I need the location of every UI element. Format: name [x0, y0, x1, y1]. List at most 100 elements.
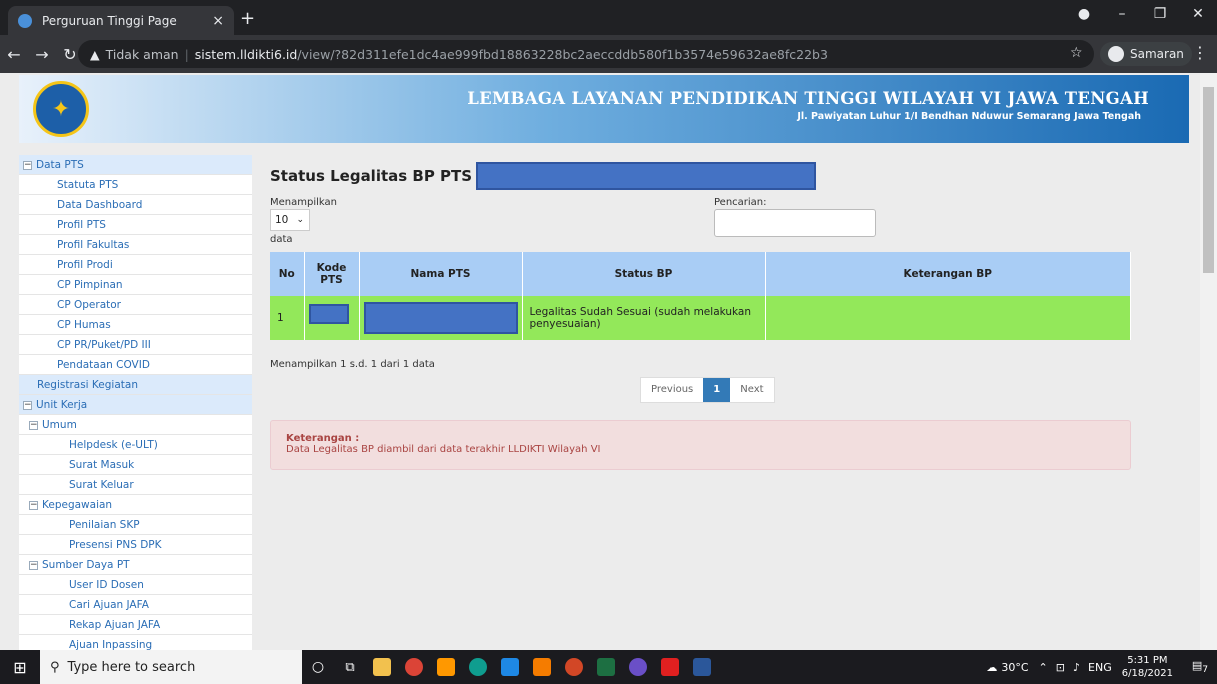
menu-dots-icon[interactable]: ⋮: [1192, 43, 1208, 62]
next-button[interactable]: Next: [730, 378, 773, 402]
column-header-kode-pts[interactable]: Kode PTS: [304, 252, 360, 296]
forward-icon[interactable]: →: [28, 45, 56, 64]
cell-keterangan-bp: [765, 296, 1131, 340]
acrobat-icon[interactable]: [654, 650, 686, 684]
sidebar-item-surat-masuk[interactable]: Surat Masuk: [19, 455, 252, 475]
redacted-kode: [308, 304, 349, 324]
chevron-down-icon: ⌄: [296, 215, 304, 225]
sidebar-item-registrasi-kegiatan[interactable]: Registrasi Kegiatan: [19, 375, 252, 395]
cortana-icon[interactable]: ○: [302, 650, 334, 684]
page-1-button[interactable]: 1: [703, 378, 731, 402]
sidebar-item-rekap-ajuan-jafa[interactable]: Rekap Ajuan JAFA: [19, 615, 252, 635]
sidebar-item-profil-fakultas[interactable]: Profil Fakultas: [19, 235, 252, 255]
vertical-scrollbar[interactable]: [1200, 73, 1217, 650]
not-secure-label: Tidak aman: [105, 46, 179, 62]
windows-start-icon[interactable]: ⊞: [0, 658, 40, 677]
photo-app-icon[interactable]: [526, 650, 558, 684]
sidebar-item-cp-pimpinan[interactable]: CP Pimpinan: [19, 275, 252, 295]
excel-icon[interactable]: [590, 650, 622, 684]
column-header-nama-pts[interactable]: Nama PTS: [359, 252, 523, 296]
weather-temp[interactable]: 30°C: [1001, 661, 1028, 674]
column-header-no[interactable]: No: [270, 252, 305, 296]
new-tab-button[interactable]: +: [240, 8, 255, 29]
sidebar-item-user-id-dosen[interactable]: User ID Dosen: [19, 575, 252, 595]
sidebar-item-ajuan-inpassing[interactable]: Ajuan Inpassing: [19, 635, 252, 650]
paint-3d-icon[interactable]: [622, 650, 654, 684]
word-icon[interactable]: [686, 650, 718, 684]
file-explorer-icon[interactable]: [366, 650, 398, 684]
sidebar-section-data-pts[interactable]: − Data PTS: [19, 155, 252, 175]
chrome-profile-icon[interactable]: ●: [1065, 6, 1103, 22]
network-icon[interactable]: ⊡: [1056, 661, 1065, 674]
minimize-icon[interactable]: –: [1103, 6, 1141, 22]
tut-wuri-handayani-logo: ✦: [33, 81, 89, 137]
sidebar-section-unit-kerja[interactable]: − Unit Kerja: [19, 395, 252, 415]
windows-taskbar: ⊞ ⚲ Type here to search ○ ⧉ ☁ 30°C ⌃ ⊡ ♪…: [0, 650, 1217, 684]
language-indicator[interactable]: ENG: [1088, 661, 1112, 674]
sublime-icon[interactable]: [430, 650, 462, 684]
sdpt-items: User ID Dosen Cari Ajuan JAFA Rekap Ajuan …: [19, 575, 252, 650]
sidebar-item-penilaian-skp[interactable]: Penilaian SKP: [19, 515, 252, 535]
collapse-icon[interactable]: −: [23, 400, 32, 410]
sidebar-subsection-umum[interactable]: − Umum: [19, 415, 252, 435]
browser-tab[interactable]: Perguruan Tinggi Page ×: [8, 6, 234, 35]
task-view-icon[interactable]: ⧉: [334, 650, 366, 684]
sidebar-item-presensi-pns-dpk[interactable]: Presensi PNS DPK: [19, 535, 252, 555]
page-title: Status Legalitas BP PTS: [270, 167, 473, 185]
sidebar-item-data-dashboard[interactable]: Data Dashboard: [19, 195, 252, 215]
sidebar-item-pendataan-covid[interactable]: Pendataan COVID: [19, 355, 252, 375]
close-window-icon[interactable]: ✕: [1179, 6, 1217, 22]
warning-icon[interactable]: ▲: [90, 47, 100, 62]
close-tab-icon[interactable]: ×: [212, 13, 224, 29]
restore-icon[interactable]: ❐: [1141, 6, 1179, 22]
address-host: sistem.lldikti6.id: [194, 46, 298, 62]
collapse-icon[interactable]: −: [23, 160, 32, 170]
sidebar-item-cari-ajuan-jafa[interactable]: Cari Ajuan JAFA: [19, 595, 252, 615]
column-header-keterangan-bp[interactable]: Keterangan BP: [765, 252, 1131, 296]
clock-time: 5:31 PM: [1127, 655, 1168, 666]
kepegawaian-items: Penilaian SKP Presensi PNS DPK: [19, 515, 252, 555]
umum-items: Helpdesk (e-ULT) Surat Masuk Surat Keluar: [19, 435, 252, 495]
back-icon[interactable]: ←: [0, 45, 28, 64]
keterangan-alert: Keterangan : Data Legalitas BP diambil d…: [270, 420, 1131, 470]
notification-center-icon[interactable]: ▤7: [1183, 659, 1217, 675]
tray-chevron-up-icon[interactable]: ⌃: [1039, 661, 1048, 674]
sidebar-item-cp-humas[interactable]: CP Humas: [19, 315, 252, 335]
previous-button[interactable]: Previous: [641, 378, 703, 402]
edge-icon[interactable]: [462, 650, 494, 684]
scrollbar-thumb[interactable]: [1203, 87, 1214, 273]
bookmark-star-icon[interactable]: ☆: [1070, 45, 1083, 61]
sidebar-item-profil-prodi[interactable]: Profil Prodi: [19, 255, 252, 275]
sidebar-item-surat-keluar[interactable]: Surat Keluar: [19, 475, 252, 495]
collapse-icon[interactable]: −: [29, 500, 38, 510]
favicon-icon: [18, 13, 32, 28]
sidebar-item-profil-pts[interactable]: Profil PTS: [19, 215, 252, 235]
sidebar-item-cp-operator[interactable]: CP Operator: [19, 295, 252, 315]
sidebar-item-helpdesk-e-ult[interactable]: Helpdesk (e-ULT): [19, 435, 252, 455]
search-input[interactable]: [714, 209, 876, 237]
volume-icon[interactable]: ♪: [1073, 661, 1080, 674]
table-info: Menampilkan 1 s.d. 1 dari 1 data: [270, 359, 435, 370]
sidebar-subsection-sumber-daya-pt[interactable]: − Sumber Daya PT: [19, 555, 252, 575]
powerpoint-icon[interactable]: [558, 650, 590, 684]
page-length-select[interactable]: 10 ⌄: [270, 209, 310, 231]
alert-text: Data Legalitas BP diambil dari data tera…: [286, 444, 601, 455]
column-header-status-bp[interactable]: Status BP: [522, 252, 766, 296]
collapse-icon[interactable]: −: [29, 560, 38, 570]
chrome-icon[interactable]: [398, 650, 430, 684]
table-row: 1 Legalitas Sudah Sesuai (sudah melakuka…: [270, 296, 1131, 340]
taskbar-search[interactable]: ⚲ Type here to search: [40, 650, 302, 684]
site-header: ✦ LEMBAGA LAYANAN PENDIDIKAN TINGGI WILA…: [19, 75, 1189, 143]
address-bar[interactable]: ▲ Tidak aman | sistem.lldikti6.id /view/…: [78, 40, 1094, 68]
data-pts-items: Statuta PTS Data Dashboard Profil PTS Profi…: [19, 175, 252, 375]
incognito-profile-button[interactable]: Samaran: [1100, 42, 1192, 66]
sidebar-item-cp-pr-puket-pd-iii[interactable]: CP PR/Puket/PD III: [19, 335, 252, 355]
length-suffix: data: [270, 234, 293, 245]
cell-nama-pts: [359, 296, 523, 340]
sidebar-subsection-kepegawaian[interactable]: − Kepegawaian: [19, 495, 252, 515]
sidebar-item-statuta-pts[interactable]: Statuta PTS: [19, 175, 252, 195]
clock[interactable]: 5:31 PM 6/18/2021: [1122, 654, 1173, 680]
media-player-icon[interactable]: [494, 650, 526, 684]
collapse-icon[interactable]: −: [29, 420, 38, 430]
notification-count: 7: [1202, 664, 1209, 676]
